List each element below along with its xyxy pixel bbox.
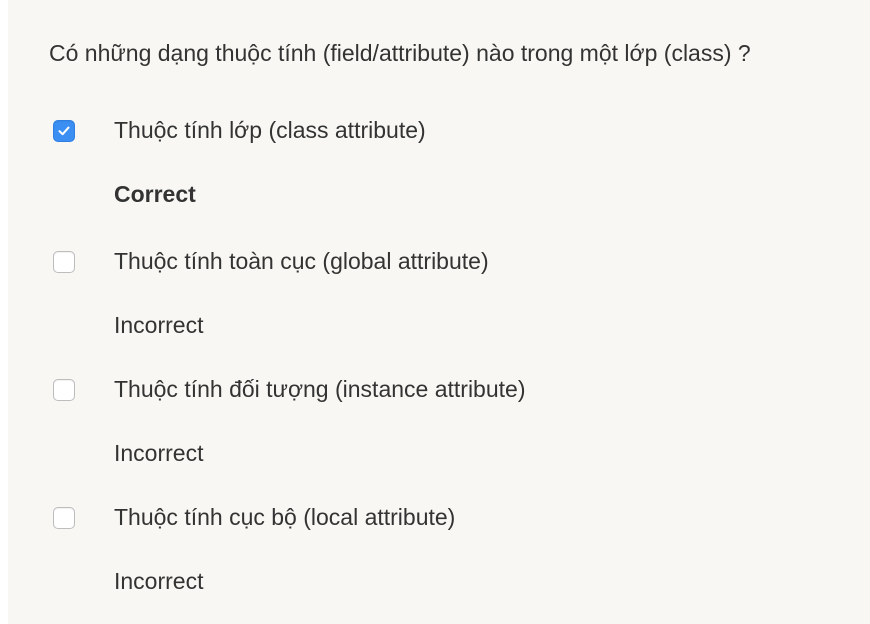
question-text: Có những dạng thuộc tính (field/attribut… bbox=[49, 40, 751, 66]
option-instance-attribute[interactable]: Thuộc tính đối tượng (instance attribute… bbox=[8, 371, 870, 411]
option-label: Thuộc tính lớp (class attribute) bbox=[114, 117, 426, 143]
checkbox-unchecked[interactable] bbox=[53, 507, 75, 529]
option-label: Thuộc tính toàn cục (global attribute) bbox=[114, 248, 489, 274]
checkmark-icon bbox=[58, 126, 70, 136]
feedback-incorrect: Incorrect bbox=[114, 568, 204, 594]
feedback-correct: Correct bbox=[114, 181, 196, 207]
option-global-attribute[interactable]: Thuộc tính toàn cục (global attribute) bbox=[8, 243, 870, 283]
feedback-incorrect: Incorrect bbox=[114, 312, 204, 338]
option-label: Thuộc tính cục bộ (local attribute) bbox=[114, 504, 456, 530]
checkbox-checked[interactable] bbox=[53, 120, 75, 142]
option-local-attribute[interactable]: Thuộc tính cục bộ (local attribute) bbox=[8, 499, 870, 539]
feedback-incorrect: Incorrect bbox=[114, 440, 204, 466]
checkbox-unchecked[interactable] bbox=[53, 379, 75, 401]
option-label: Thuộc tính đối tượng (instance attribute… bbox=[114, 376, 526, 402]
checkbox-unchecked[interactable] bbox=[53, 251, 75, 273]
option-class-attribute[interactable]: Thuộc tính lớp (class attribute) bbox=[8, 112, 870, 152]
quiz-card: Có những dạng thuộc tính (field/attribut… bbox=[8, 0, 870, 624]
